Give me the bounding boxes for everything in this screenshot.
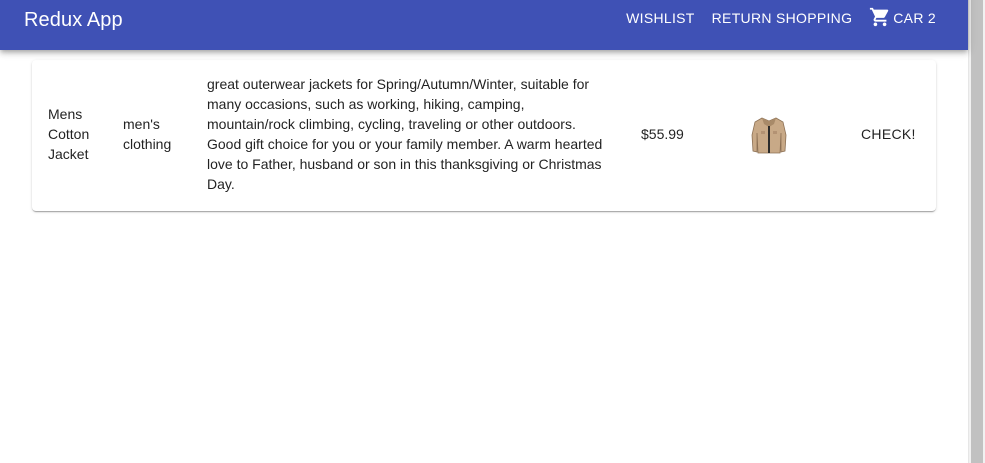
page: Redux App WISHLIST RETURN SHOPPING CAR 2…: [0, 0, 985, 463]
app-title: Redux App: [24, 9, 123, 31]
cart-label: CAR 2: [893, 10, 936, 26]
product-price: $55.99: [641, 126, 684, 142]
product-category: men's clothing: [123, 116, 172, 152]
app-bar: Redux App WISHLIST RETURN SHOPPING CAR 2: [0, 0, 968, 50]
product-row-card: Mens Cotton Jacket men's clothing great …: [32, 60, 936, 211]
product-image: [750, 115, 788, 155]
shopping-cart-icon: [870, 7, 889, 27]
check-button[interactable]: CHECK!: [861, 124, 916, 144]
return-shopping-button[interactable]: RETURN SHOPPING: [712, 10, 853, 26]
product-description: great outerwear jackets for Spring/Autum…: [207, 76, 603, 192]
product-title: Mens Cotton Jacket: [48, 106, 90, 162]
cart-button[interactable]: CAR 2: [869, 7, 936, 28]
vertical-scrollbar[interactable]: [968, 0, 985, 463]
top-nav: WISHLIST RETURN SHOPPING CAR 2: [609, 7, 936, 28]
jacket-image-icon: [751, 117, 787, 154]
wishlist-button[interactable]: WISHLIST: [626, 10, 695, 26]
scrollbar-thumb[interactable]: [971, 0, 983, 463]
